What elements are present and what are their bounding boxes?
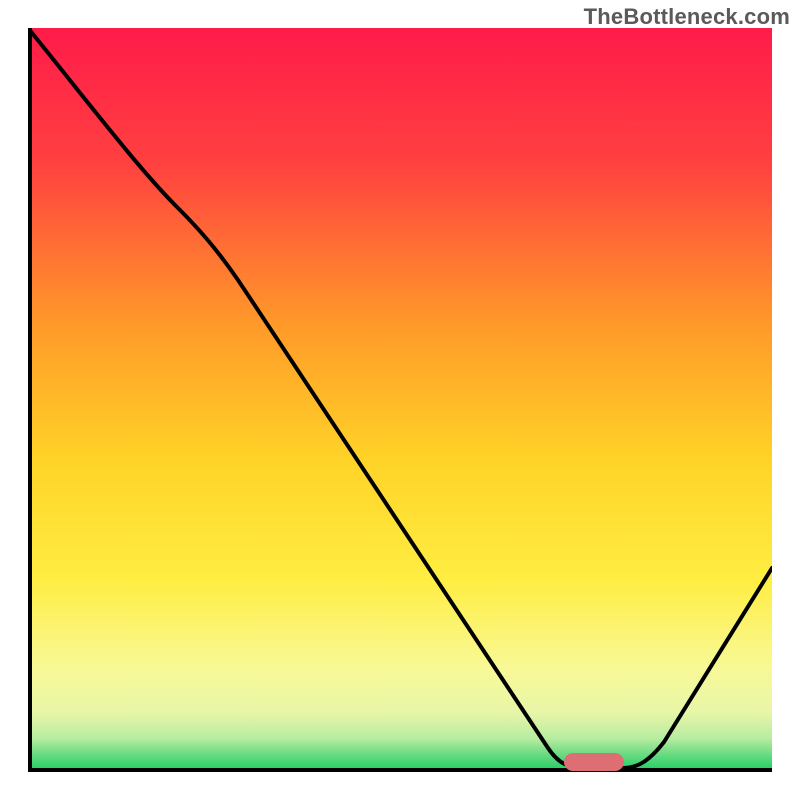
attribution-label: TheBottleneck.com xyxy=(584,4,790,30)
gradient-background xyxy=(28,28,772,772)
plot-area xyxy=(28,28,772,772)
chart-canvas: TheBottleneck.com xyxy=(0,0,800,800)
optimum-marker xyxy=(564,753,624,771)
chart-svg xyxy=(28,28,772,772)
